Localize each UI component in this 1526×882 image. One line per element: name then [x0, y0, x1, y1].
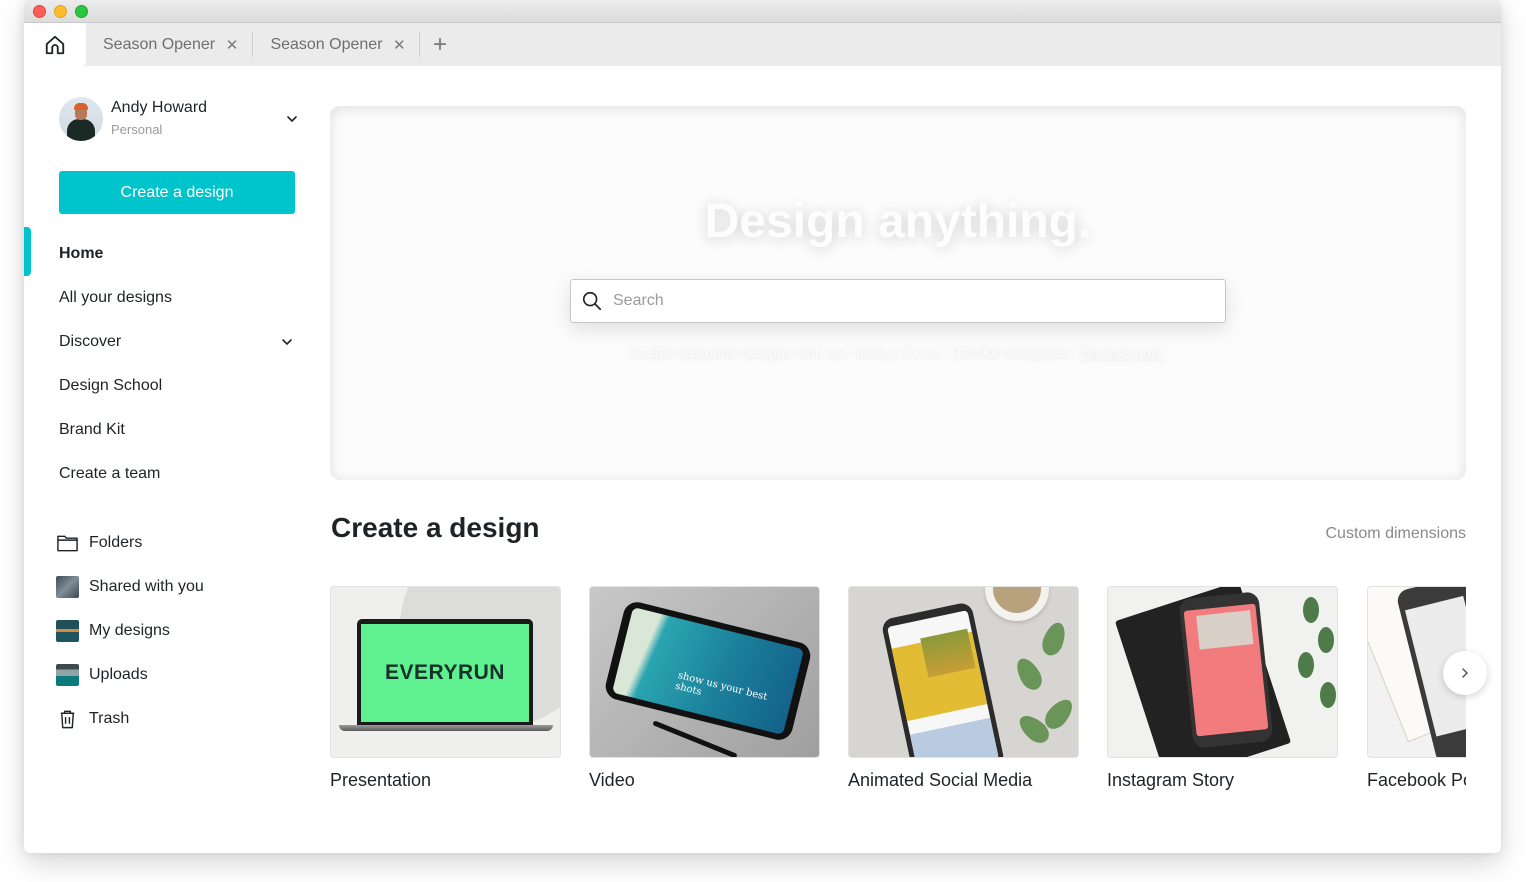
tab-divider: [419, 32, 420, 57]
home-icon: [45, 35, 65, 54]
sidebar-item-label: Discover: [59, 333, 122, 350]
sidebar-item-label: Brand Kit: [59, 421, 125, 438]
my-designs-thumbnail-icon: [56, 620, 79, 642]
library-nav: Folders Shared with you My designs Uploa…: [24, 521, 324, 741]
sidebar-item-label: Home: [59, 245, 104, 262]
main-area: Design anything. Create beautiful design…: [330, 66, 1487, 853]
sidebar-item-trash[interactable]: Trash: [24, 697, 324, 741]
tab-label: Season Opener: [103, 35, 216, 53]
page-content: Andy Howard Personal Create a design Hom…: [24, 66, 1501, 853]
sidebar-item-all-designs[interactable]: All your designs: [24, 276, 324, 320]
sidebar-item-label: Shared with you: [89, 578, 204, 595]
search-input[interactable]: [613, 292, 1225, 310]
account-switcher[interactable]: Andy Howard Personal: [59, 96, 299, 142]
sidebar: Andy Howard Personal Create a design Hom…: [24, 66, 324, 853]
sidebar-item-create-team[interactable]: Create a team: [24, 452, 324, 496]
chevron-down-icon[interactable]: [280, 335, 294, 349]
create-design-button[interactable]: Create a design: [59, 171, 295, 214]
sidebar-item-label: Create a team: [59, 465, 161, 482]
section-title: Create a design: [331, 512, 540, 543]
browse-now-link[interactable]: Browse now.: [1080, 344, 1165, 361]
search-icon: [582, 291, 602, 311]
home-tab[interactable]: [24, 23, 86, 66]
presentation-thumbnail: EVERYRUN: [330, 586, 561, 758]
sidebar-item-label: Folders: [89, 534, 143, 551]
plus-icon: +: [432, 30, 447, 58]
animated-social-thumbnail: [848, 586, 1079, 758]
sidebar-item-uploads[interactable]: Uploads: [24, 653, 324, 697]
card-label: Video: [589, 770, 635, 790]
close-window-button[interactable]: [33, 5, 46, 18]
carousel-clip: Facebook Post: [1367, 586, 1466, 806]
uploads-thumbnail-icon: [56, 664, 79, 686]
video-thumbnail: show us your best shots: [589, 586, 820, 758]
search-box[interactable]: [570, 279, 1226, 323]
sidebar-item-label: Design School: [59, 377, 163, 394]
maximize-window-button[interactable]: [75, 5, 88, 18]
tab-season-opener-1[interactable]: Season Opener ✕: [86, 23, 253, 66]
avatar: [59, 97, 103, 141]
sidebar-nav: Home All your designs Discover Design Sc…: [24, 227, 324, 496]
card-label: Animated Social Media: [848, 770, 1033, 790]
design-card-presentation[interactable]: EVERYRUN Presentation: [330, 586, 561, 791]
sidebar-item-my-designs[interactable]: My designs: [24, 609, 324, 653]
sidebar-item-folders[interactable]: Folders: [24, 521, 324, 565]
thumbnail-text: EVERYRUN: [385, 661, 505, 684]
user-plan: Personal: [111, 122, 163, 137]
shared-thumbnail-icon: [56, 576, 79, 598]
chevron-down-icon[interactable]: [285, 112, 299, 126]
sidebar-item-brand-kit[interactable]: Brand Kit: [24, 408, 324, 452]
close-tab-icon[interactable]: ✕: [393, 36, 406, 54]
sidebar-item-discover[interactable]: Discover: [24, 320, 324, 364]
close-tab-icon[interactable]: ✕: [226, 36, 239, 54]
title-bar: [24, 0, 1501, 23]
hero-banner: Design anything. Create beautiful design…: [330, 106, 1466, 480]
design-card-video[interactable]: show us your best shots Video: [589, 586, 820, 791]
new-tab-button[interactable]: +: [420, 23, 460, 66]
tab-season-opener-2[interactable]: Season Opener ✕: [253, 23, 420, 66]
sidebar-item-label: Uploads: [89, 666, 148, 683]
carousel-next-button[interactable]: [1443, 651, 1487, 695]
tab-bar: Season Opener ✕ Season Opener ✕ +: [24, 23, 1501, 66]
sidebar-item-label: All your designs: [59, 289, 172, 306]
card-label: Presentation: [330, 770, 432, 790]
user-name: Andy Howard: [111, 99, 208, 116]
minimize-window-button[interactable]: [54, 5, 67, 18]
sidebar-item-label: My designs: [89, 622, 170, 639]
sidebar-item-design-school[interactable]: Design School: [24, 364, 324, 408]
folder-icon: [57, 535, 78, 552]
sidebar-item-label: Trash: [89, 710, 130, 727]
app-window: Season Opener ✕ Season Opener ✕ + Andy H…: [24, 0, 1501, 853]
card-label: Facebook Post: [1367, 770, 1466, 790]
design-type-carousel: EVERYRUN Presentation show us your best …: [330, 586, 1466, 806]
hero-subtitle: Create beautiful designs with our librar…: [330, 344, 1466, 361]
sidebar-item-home[interactable]: Home: [24, 227, 324, 276]
chevron-right-icon: [1462, 668, 1469, 678]
trash-icon: [60, 710, 75, 729]
hero-subtitle-text: Create beautiful designs with our librar…: [630, 344, 1077, 361]
custom-dimensions-link[interactable]: Custom dimensions: [1326, 525, 1467, 543]
design-card-instagram-story[interactable]: Get it Girl Instagram Story: [1107, 586, 1338, 791]
card-label: Instagram Story: [1107, 770, 1235, 790]
instagram-story-thumbnail: Get it Girl: [1107, 586, 1338, 758]
tab-label: Season Opener: [270, 35, 383, 53]
sidebar-item-shared[interactable]: Shared with you: [24, 565, 324, 609]
design-card-animated-social-media[interactable]: Animated Social Media: [848, 586, 1079, 791]
thumbnail-text: show us your best shots: [674, 670, 769, 703]
hero-title: Design anything.: [704, 195, 1092, 248]
